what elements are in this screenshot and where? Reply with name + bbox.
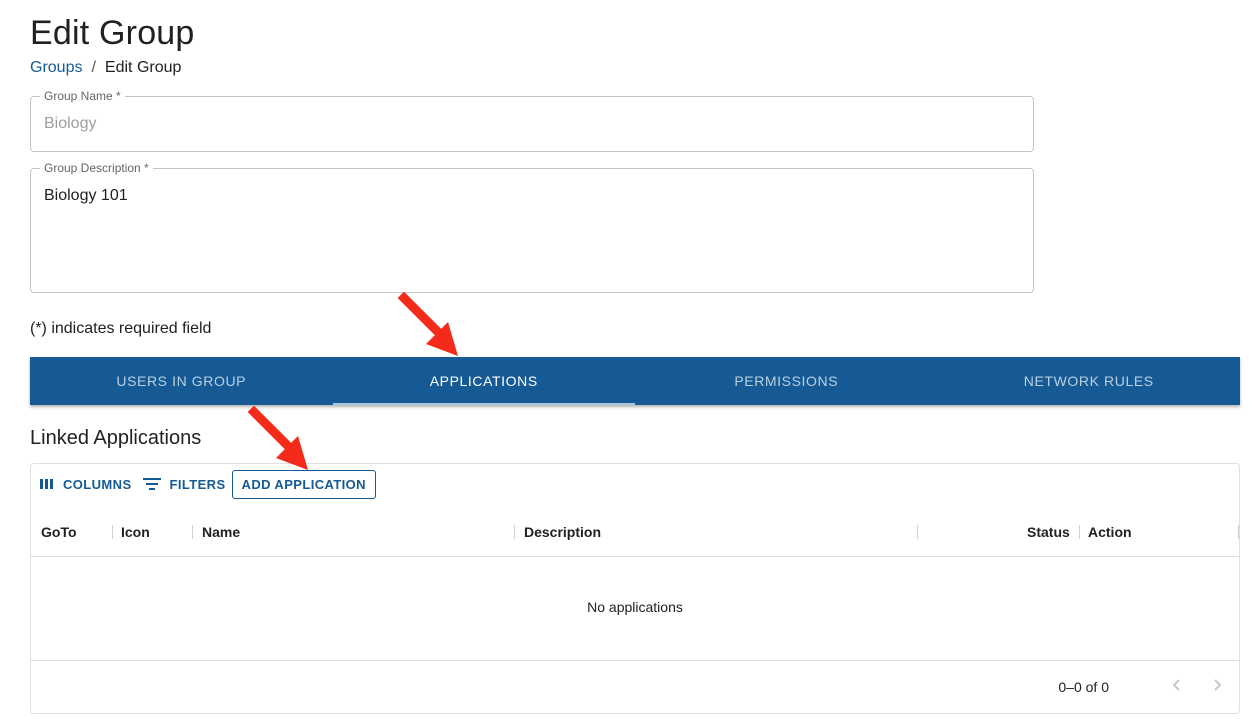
grid-footer: 0–0 of 0	[31, 660, 1239, 715]
group-tabs: USERS IN GROUP APPLICATIONS PERMISSIONS …	[30, 357, 1240, 405]
filters-button[interactable]: FILTERS	[142, 477, 226, 492]
column-header-status[interactable]: Status	[1027, 508, 1070, 556]
column-header-action[interactable]: Action	[1088, 508, 1132, 556]
tab-users-in-group[interactable]: USERS IN GROUP	[30, 357, 333, 405]
annotation-arrow-icon	[397, 292, 458, 356]
annotation-arrow-icon	[247, 406, 308, 470]
page-title: Edit Group	[30, 14, 195, 52]
previous-page-button[interactable]	[1165, 675, 1189, 699]
column-separator[interactable]	[192, 525, 193, 539]
group-name-label: Group Name *	[40, 89, 125, 103]
applications-grid: COLUMNS FILTERS ADD APPLICATION GoTo Ico…	[30, 463, 1240, 714]
column-header-icon[interactable]: Icon	[121, 508, 150, 556]
tab-permissions[interactable]: PERMISSIONS	[635, 357, 938, 405]
breadcrumb-groups-link[interactable]: Groups	[30, 59, 82, 77]
columns-button[interactable]: COLUMNS	[39, 477, 132, 492]
group-description-label: Group Description *	[40, 161, 153, 175]
filter-icon	[142, 477, 162, 491]
column-separator[interactable]	[112, 525, 113, 539]
tab-network-rules[interactable]: NETWORK RULES	[938, 357, 1241, 405]
tab-applications[interactable]: APPLICATIONS	[332, 357, 636, 405]
breadcrumb: Groups / Edit Group	[30, 59, 181, 77]
column-separator[interactable]	[917, 525, 918, 539]
columns-button-label: COLUMNS	[63, 476, 132, 492]
column-separator[interactable]	[1079, 525, 1080, 539]
linked-applications-title: Linked Applications	[30, 427, 202, 449]
grid-header-row: GoTo Icon Name Description Status Action	[31, 508, 1239, 557]
columns-icon	[39, 478, 55, 490]
group-description-value: Biology 101	[44, 187, 128, 204]
grid-toolbar: COLUMNS FILTERS ADD APPLICATION	[39, 469, 386, 499]
column-separator[interactable]	[514, 525, 515, 539]
column-separator[interactable]	[1238, 525, 1239, 539]
filters-button-label: FILTERS	[169, 476, 226, 492]
breadcrumb-current: Edit Group	[104, 59, 182, 76]
chevron-right-icon	[1211, 678, 1223, 697]
chevron-left-icon	[1171, 678, 1183, 697]
pagination-range: 0–0 of 0	[1058, 679, 1109, 695]
group-name-field[interactable]: Group Name * Biology	[30, 89, 1034, 152]
empty-state-message: No applications	[587, 599, 683, 615]
required-field-note: (*) indicates required field	[30, 320, 212, 337]
column-header-description[interactable]: Description	[524, 508, 601, 556]
breadcrumb-separator: /	[91, 59, 96, 76]
next-page-button[interactable]	[1205, 675, 1229, 699]
column-header-goto[interactable]: GoTo	[41, 508, 77, 556]
group-description-field[interactable]: Group Description * Biology 101	[30, 161, 1034, 293]
column-header-name[interactable]: Name	[202, 508, 240, 556]
group-name-value: Biology	[44, 115, 97, 132]
